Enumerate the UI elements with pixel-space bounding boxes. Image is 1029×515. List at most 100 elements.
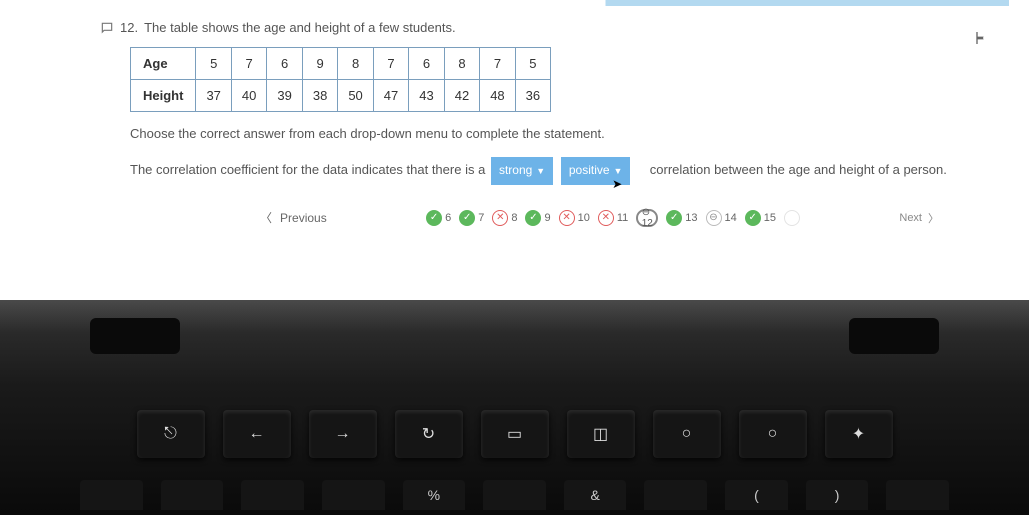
keyboard-key: ( — [725, 480, 788, 510]
cell: 8 — [444, 48, 479, 80]
keyboard-key — [80, 480, 143, 510]
table-row: Age 5 7 6 9 8 7 6 8 7 5 — [131, 48, 551, 80]
next-label: Next — [899, 212, 922, 224]
cell: 6 — [267, 48, 302, 80]
cell: 36 — [515, 80, 550, 112]
keyboard-row-fn: ⎋ ← → ↻ ▭ ◫ ○ ○ ✦ — [50, 410, 979, 458]
keyboard-key: ← — [223, 410, 291, 458]
keyboard-key — [644, 480, 707, 510]
nav-item-number: 13 — [685, 212, 697, 224]
keyboard-key — [241, 480, 304, 510]
hinge-right — [849, 318, 939, 354]
chevron-down-icon: ▼ — [536, 163, 545, 179]
keyboard-key: ⎋ — [137, 410, 205, 458]
next-button[interactable]: Next 〉 — [899, 210, 939, 226]
instruction-text: Choose the correct answer from each drop… — [130, 126, 999, 141]
cell: 38 — [302, 80, 337, 112]
question-prompt: The table shows the age and height of a … — [144, 20, 456, 35]
current-icon: ⊖ 12 — [636, 209, 658, 227]
dropdown-strength-label: strong — [499, 160, 532, 182]
chevron-right-icon: 〉 — [928, 210, 939, 226]
check-icon: ✓ — [525, 210, 541, 226]
cell: 47 — [373, 80, 408, 112]
nav-item-number: 11 — [617, 212, 628, 224]
row-header-age: Age — [131, 48, 196, 80]
question-number: 12. — [120, 20, 138, 35]
nav-item-number: 9 — [544, 212, 550, 224]
row-header-height: Height — [131, 80, 196, 112]
x-icon: ✕ — [492, 210, 508, 226]
nav-item-6[interactable]: ✓6 — [426, 210, 451, 226]
nav-item-future — [784, 210, 800, 226]
cell: 5 — [196, 48, 231, 80]
keyboard-key: → — [309, 410, 377, 458]
keyboard-key — [161, 480, 224, 510]
nav-item-10[interactable]: ✕10 — [559, 210, 590, 226]
cell: 5 — [515, 48, 550, 80]
nav-item-12[interactable]: ⊖ 12 — [636, 209, 658, 227]
chat-icon — [100, 21, 114, 35]
statement-part2: correlation between the age and height o… — [650, 162, 947, 177]
cell: 48 — [480, 80, 515, 112]
nav-bar: 〈 Previous ✓6✓7✕8✓9✕10✕11⊖ 12✓13⊖14✓15 N… — [100, 185, 999, 227]
keyboard-row-num: % & () — [80, 480, 949, 510]
previous-label: Previous — [280, 211, 327, 225]
keyboard-key — [483, 480, 546, 510]
hinge-left — [90, 318, 180, 354]
top-accent-bar — [0, 0, 1009, 6]
question-header: 12. The table shows the age and height o… — [100, 20, 999, 35]
data-table: Age 5 7 6 9 8 7 6 8 7 5 Height 37 40 39 … — [130, 47, 551, 112]
cell: 43 — [409, 80, 444, 112]
flag-icon[interactable] — [973, 30, 989, 46]
check-icon: ✓ — [459, 210, 475, 226]
check-icon: ✓ — [666, 210, 682, 226]
nav-item-number: 6 — [445, 212, 451, 224]
statement-part1: The correlation coefficient for the data… — [130, 162, 485, 177]
check-icon: ✓ — [426, 210, 442, 226]
nav-item-number: 10 — [578, 212, 590, 224]
keyboard-key: ◫ — [567, 410, 635, 458]
cell: 6 — [409, 48, 444, 80]
cell: 7 — [480, 48, 515, 80]
nav-item-14[interactable]: ⊖14 — [706, 210, 737, 226]
keyboard-key: ↻ — [395, 410, 463, 458]
keyboard-key: & — [564, 480, 627, 510]
cell: 42 — [444, 80, 479, 112]
keyboard-key: ) — [806, 480, 869, 510]
question-nav: ✓6✓7✕8✓9✕10✕11⊖ 12✓13⊖14✓15 — [426, 209, 800, 227]
statement: The correlation coefficient for the data… — [130, 157, 999, 185]
keyboard-key — [322, 480, 385, 510]
keyboard-key — [886, 480, 949, 510]
keyboard-key: ○ — [739, 410, 807, 458]
dash-icon: ⊖ — [706, 210, 722, 226]
chevron-left-icon: 〈 — [260, 209, 272, 226]
keyboard-key: ▭ — [481, 410, 549, 458]
x-icon: ✕ — [559, 210, 575, 226]
cell: 37 — [196, 80, 231, 112]
dropdown-direction-label: positive — [569, 160, 610, 182]
cell: 8 — [338, 48, 373, 80]
keyboard-key: ○ — [653, 410, 721, 458]
cell: 40 — [231, 80, 266, 112]
nav-item-8[interactable]: ✕8 — [492, 210, 517, 226]
x-icon: ✕ — [598, 210, 614, 226]
quiz-screen: 12. The table shows the age and height o… — [0, 0, 1029, 300]
nav-item-11[interactable]: ✕11 — [598, 210, 628, 226]
cell: 9 — [302, 48, 337, 80]
laptop-chassis: ⎋ ← → ↻ ▭ ◫ ○ ○ ✦ % & () — [0, 300, 1029, 515]
nav-item-number: 15 — [764, 212, 776, 224]
previous-button[interactable]: 〈 Previous — [260, 209, 327, 226]
nav-item-number: 8 — [511, 212, 517, 224]
cell: 39 — [267, 80, 302, 112]
nav-item-9[interactable]: ✓9 — [525, 210, 550, 226]
nav-item-number: 14 — [725, 212, 737, 224]
nav-item-15[interactable]: ✓15 — [745, 210, 776, 226]
cell: 7 — [231, 48, 266, 80]
nav-item-7[interactable]: ✓7 — [459, 210, 484, 226]
nav-item-13[interactable]: ✓13 — [666, 210, 697, 226]
keyboard-key: % — [403, 480, 466, 510]
keyboard-key: ✦ — [825, 410, 893, 458]
nav-item-number: 7 — [478, 212, 484, 224]
dropdown-strength[interactable]: strong ▼ — [491, 157, 553, 185]
cursor-icon: ➤ — [612, 174, 622, 196]
